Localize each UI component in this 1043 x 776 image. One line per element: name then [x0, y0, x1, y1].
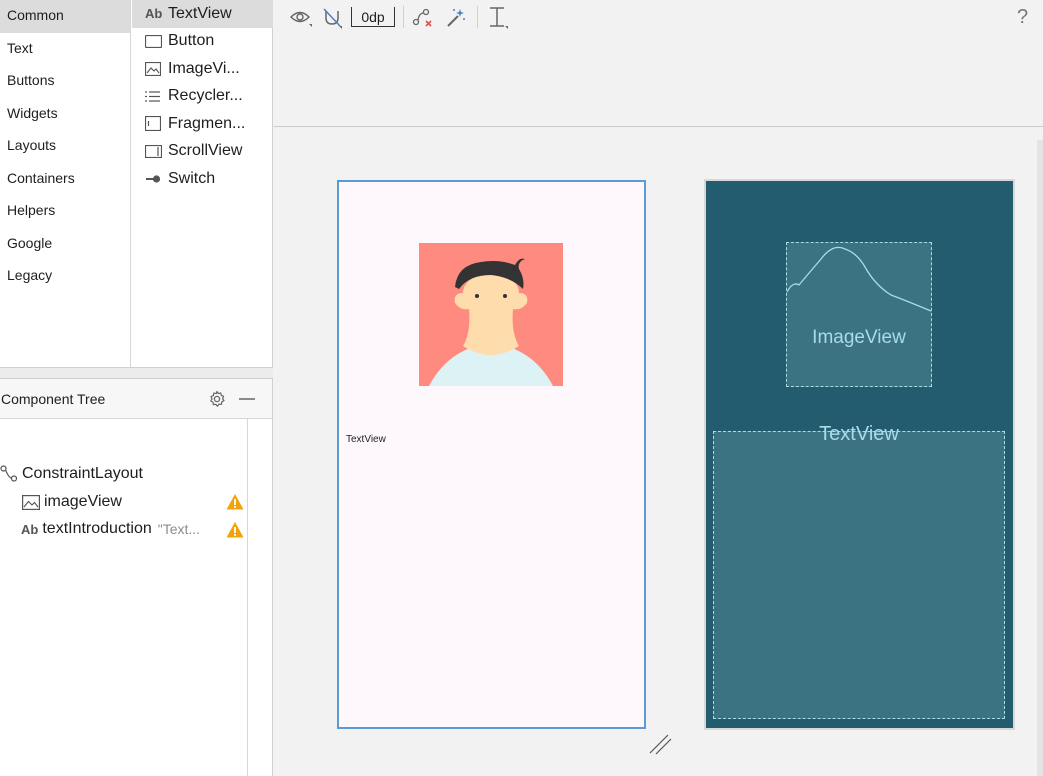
category-buttons[interactable]: Buttons — [0, 65, 130, 98]
widget-label: Button — [168, 32, 215, 50]
image-view-icon — [145, 61, 165, 76]
tree-node-label: textIntroduction — [42, 520, 152, 537]
default-margin-field[interactable]: 0dp — [351, 7, 395, 27]
scroll-view-icon — [145, 144, 165, 158]
widget-textview[interactable]: Ab TextView — [132, 0, 273, 28]
warning-icon[interactable] — [226, 493, 244, 511]
tree-node-constraintlayout[interactable]: ConstraintLayout — [0, 461, 143, 487]
widget-label: ImageVi... — [168, 59, 240, 77]
text-view-icon: Ab — [21, 521, 39, 537]
tree-node-label: imageView — [44, 493, 122, 510]
text-view-icon: Ab — [145, 6, 163, 22]
blueprint-image-outline — [787, 246, 931, 312]
widget-switch[interactable]: Switch — [132, 165, 273, 193]
toolbar-separator — [403, 6, 404, 28]
blueprint-preview[interactable]: ImageView TextView — [704, 179, 1015, 730]
warning-icon[interactable] — [226, 521, 244, 539]
category-legacy[interactable]: Legacy — [0, 260, 130, 293]
component-tree-body: ConstraintLayout imageView Ab textIntrod… — [0, 419, 272, 776]
widget-fragment[interactable]: Fragmen... — [132, 110, 273, 138]
clear-constraints-icon[interactable] — [411, 6, 435, 30]
canvas-scrollbar[interactable] — [1037, 140, 1043, 776]
widget-scrollview[interactable]: ScrollView — [132, 138, 273, 166]
widget-label: Fragmen... — [168, 114, 246, 132]
palette-widgets: Ab TextView Button ImageVi... Recycler..… — [132, 0, 273, 367]
blueprint-textview[interactable]: TextView — [713, 423, 1005, 719]
constraint-layout-icon — [0, 465, 18, 483]
widget-label: Switch — [168, 169, 216, 187]
minimize-icon[interactable] — [232, 384, 262, 414]
category-containers[interactable]: Containers — [0, 163, 130, 196]
tree-node-hint: "Text... — [157, 521, 201, 537]
category-text[interactable]: Text — [0, 33, 130, 66]
blueprint-imageview-label: ImageView — [812, 327, 906, 348]
baseline-guideline-icon[interactable] — [486, 6, 510, 30]
component-tree-title: Component Tree — [1, 390, 106, 407]
tree-node-textintroduction[interactable]: Ab textIntroduction "Text... — [21, 516, 200, 542]
fragment-icon — [145, 116, 165, 132]
recycler-view-icon — [145, 90, 165, 103]
category-common[interactable]: Common — [0, 0, 130, 33]
textview-preview[interactable]: TextView — [346, 434, 386, 445]
help-icon[interactable]: ? — [1017, 6, 1028, 29]
tree-node-label: ConstraintLayout — [22, 465, 143, 482]
widget-button[interactable]: Button — [132, 28, 273, 56]
category-helpers[interactable]: Helpers — [0, 195, 130, 228]
panel-splitter[interactable] — [0, 367, 273, 379]
component-tree-header: Component Tree — [0, 379, 272, 419]
design-preview[interactable]: TextView — [337, 180, 646, 729]
blueprint-imageview[interactable]: ImageView — [786, 242, 932, 387]
button-icon — [145, 34, 165, 48]
widget-label: Recycler... — [168, 87, 243, 105]
palette-panel: Common Text Buttons Widgets Layouts Cont… — [0, 0, 273, 367]
switch-icon — [145, 174, 165, 184]
category-google[interactable]: Google — [0, 228, 130, 261]
image-view-icon — [22, 494, 40, 510]
eye-icon[interactable] — [288, 6, 314, 30]
tree-divider — [247, 419, 248, 776]
magic-wand-icon[interactable] — [444, 6, 468, 30]
blueprint-textview-label: TextView — [819, 423, 899, 445]
tree-node-imageview[interactable]: imageView — [22, 489, 122, 515]
avatar-image[interactable] — [419, 243, 563, 386]
widget-imageview[interactable]: ImageVi... — [132, 55, 273, 83]
category-layouts[interactable]: Layouts — [0, 130, 130, 163]
category-widgets[interactable]: Widgets — [0, 98, 130, 131]
widget-label: ScrollView — [168, 142, 243, 160]
palette-categories: Common Text Buttons Widgets Layouts Cont… — [0, 0, 131, 367]
widget-label: TextView — [168, 4, 232, 22]
resize-handle-icon[interactable] — [648, 733, 672, 755]
design-toolbar: 0dp ? — [274, 0, 1043, 127]
component-tree-panel: Component Tree ConstraintLayout imageVie… — [0, 379, 273, 776]
magnet-off-icon[interactable] — [320, 6, 344, 30]
toolbar-separator — [477, 6, 478, 28]
widget-recyclerview[interactable]: Recycler... — [132, 83, 273, 111]
gear-icon[interactable] — [202, 384, 232, 414]
